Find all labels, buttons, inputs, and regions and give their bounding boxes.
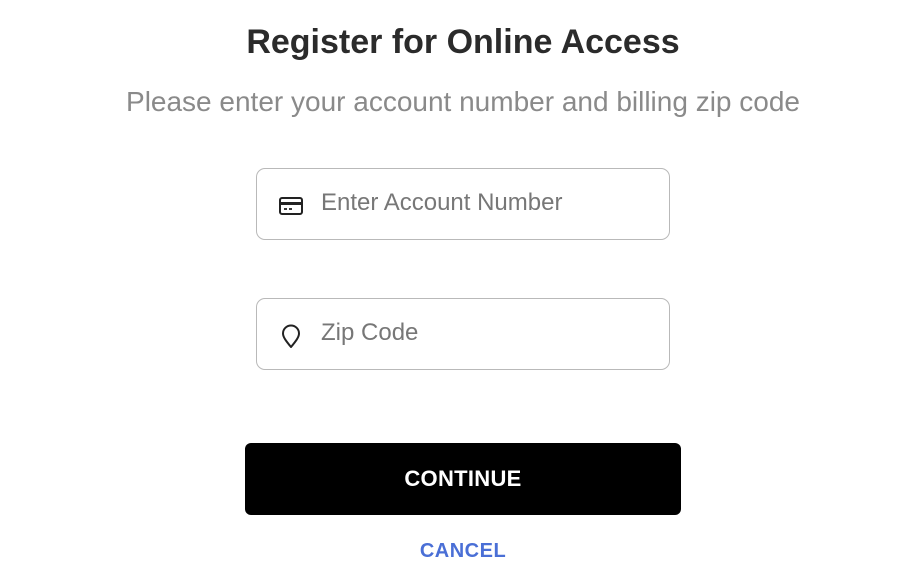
location-pin-icon xyxy=(282,324,300,348)
continue-button[interactable]: CONTINUE xyxy=(245,443,681,515)
cancel-link[interactable]: CANCEL xyxy=(0,537,920,565)
page-title: Register for Online Access xyxy=(246,23,680,61)
account-number-input[interactable] xyxy=(321,183,651,223)
credit-card-icon xyxy=(279,197,303,215)
zip-code-input[interactable] xyxy=(321,313,651,353)
page-subtitle: Please enter your account number and bil… xyxy=(126,86,800,117)
zip-code-field[interactable] xyxy=(256,298,670,370)
account-number-field[interactable] xyxy=(256,168,670,240)
register-page: Register for Online Access Please enter … xyxy=(0,0,920,575)
